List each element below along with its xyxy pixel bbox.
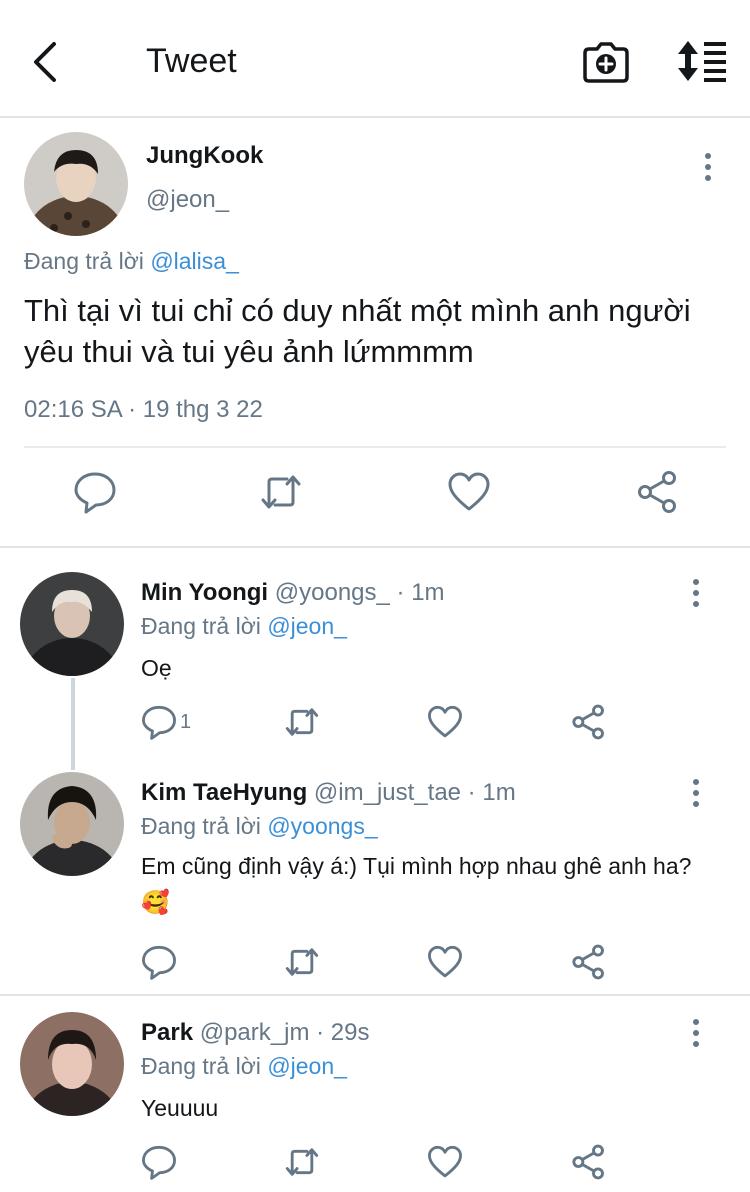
replying-to-link[interactable]: @jeon_	[267, 1053, 347, 1079]
author-name[interactable]: Park	[141, 1019, 193, 1046]
replying-to-label: Đang trả lời	[24, 248, 144, 274]
share-icon[interactable]	[636, 470, 680, 514]
retweet-icon[interactable]	[284, 944, 320, 980]
avatar[interactable]	[20, 1012, 124, 1116]
replying-to-link[interactable]: @jeon_	[267, 613, 347, 639]
share-icon[interactable]	[571, 944, 607, 980]
author-name[interactable]: Min Yoongi	[141, 579, 268, 606]
reply-icon[interactable]	[141, 944, 177, 980]
replying-to-label: Đang trả lời	[141, 613, 261, 639]
tweet-text: Oẹ	[141, 655, 172, 681]
avatar[interactable]	[20, 772, 124, 876]
like-icon[interactable]	[427, 1144, 463, 1180]
more-dots-icon[interactable]	[696, 152, 720, 182]
retweet-icon[interactable]	[259, 470, 303, 514]
tweet-text: Yeuuuu	[141, 1095, 219, 1121]
more-dots-icon[interactable]	[686, 578, 706, 608]
reply-count: 1	[180, 711, 192, 733]
share-icon[interactable]	[571, 1144, 607, 1180]
reply-header: Park @park_jm · 29s	[141, 1019, 369, 1047]
main-tweet: JungKook @jeon_ Đang trả lời @lalisa_ Th…	[0, 118, 750, 548]
like-icon[interactable]	[427, 704, 463, 740]
share-icon[interactable]	[571, 704, 607, 740]
replying-to-label: Đang trả lời	[141, 813, 261, 839]
tweet-actions	[0, 470, 750, 520]
author-meta: @im_just_tae · 1m	[313, 779, 516, 806]
replying-to-label: Đang trả lời	[141, 1053, 261, 1079]
author-name[interactable]: Kim TaeHyung	[141, 779, 307, 806]
page-title: Tweet	[146, 42, 237, 80]
divider	[24, 446, 726, 448]
tweet-text: Em cũng định vậy á:) Tụi mình hợp nhau g…	[141, 853, 692, 915]
tweet-timestamp: 02:16 SA · 19 thg 3 22	[24, 396, 263, 423]
reply-icon[interactable]	[73, 470, 117, 514]
divider	[0, 994, 750, 996]
avatar[interactable]	[24, 132, 128, 236]
more-dots-icon[interactable]	[686, 778, 706, 808]
retweet-icon[interactable]	[284, 1144, 320, 1180]
thread-connector	[71, 678, 75, 770]
tweet-text: Thì tại vì tui chỉ có duy nhất một mình …	[24, 293, 691, 369]
author-handle: @jeon_	[146, 186, 230, 213]
like-icon[interactable]	[447, 470, 491, 514]
reply-icon[interactable]	[141, 704, 177, 740]
replying-to-link[interactable]: @lalisa_	[150, 248, 239, 274]
more-dots-icon[interactable]	[686, 1018, 706, 1048]
top-bar: Tweet	[0, 0, 750, 118]
reply-header: Kim TaeHyung @im_just_tae · 1m	[141, 779, 516, 807]
avatar[interactable]	[20, 572, 124, 676]
camera-plus-icon[interactable]	[583, 40, 629, 84]
author-meta: @park_jm · 29s	[199, 1019, 370, 1046]
back-arrow-icon[interactable]	[28, 40, 64, 84]
replying-to-link[interactable]: @yoongs_	[267, 813, 377, 839]
reply-icon[interactable]	[141, 1144, 177, 1180]
replying-to: Đang trả lời @yoongs_	[141, 813, 378, 840]
author-meta: @yoongs_ · 1m	[274, 579, 445, 606]
replying-to: Đang trả lời @jeon_	[141, 1053, 347, 1080]
replying-to: Đang trả lời @jeon_	[141, 613, 347, 640]
like-icon[interactable]	[427, 944, 463, 980]
reply-header: Min Yoongi @yoongs_ · 1m	[141, 579, 445, 607]
replying-to: Đang trả lời @lalisa_	[24, 248, 239, 275]
author-name[interactable]: JungKook	[146, 142, 263, 170]
retweet-icon[interactable]	[284, 704, 320, 740]
sort-icon[interactable]	[676, 40, 728, 82]
